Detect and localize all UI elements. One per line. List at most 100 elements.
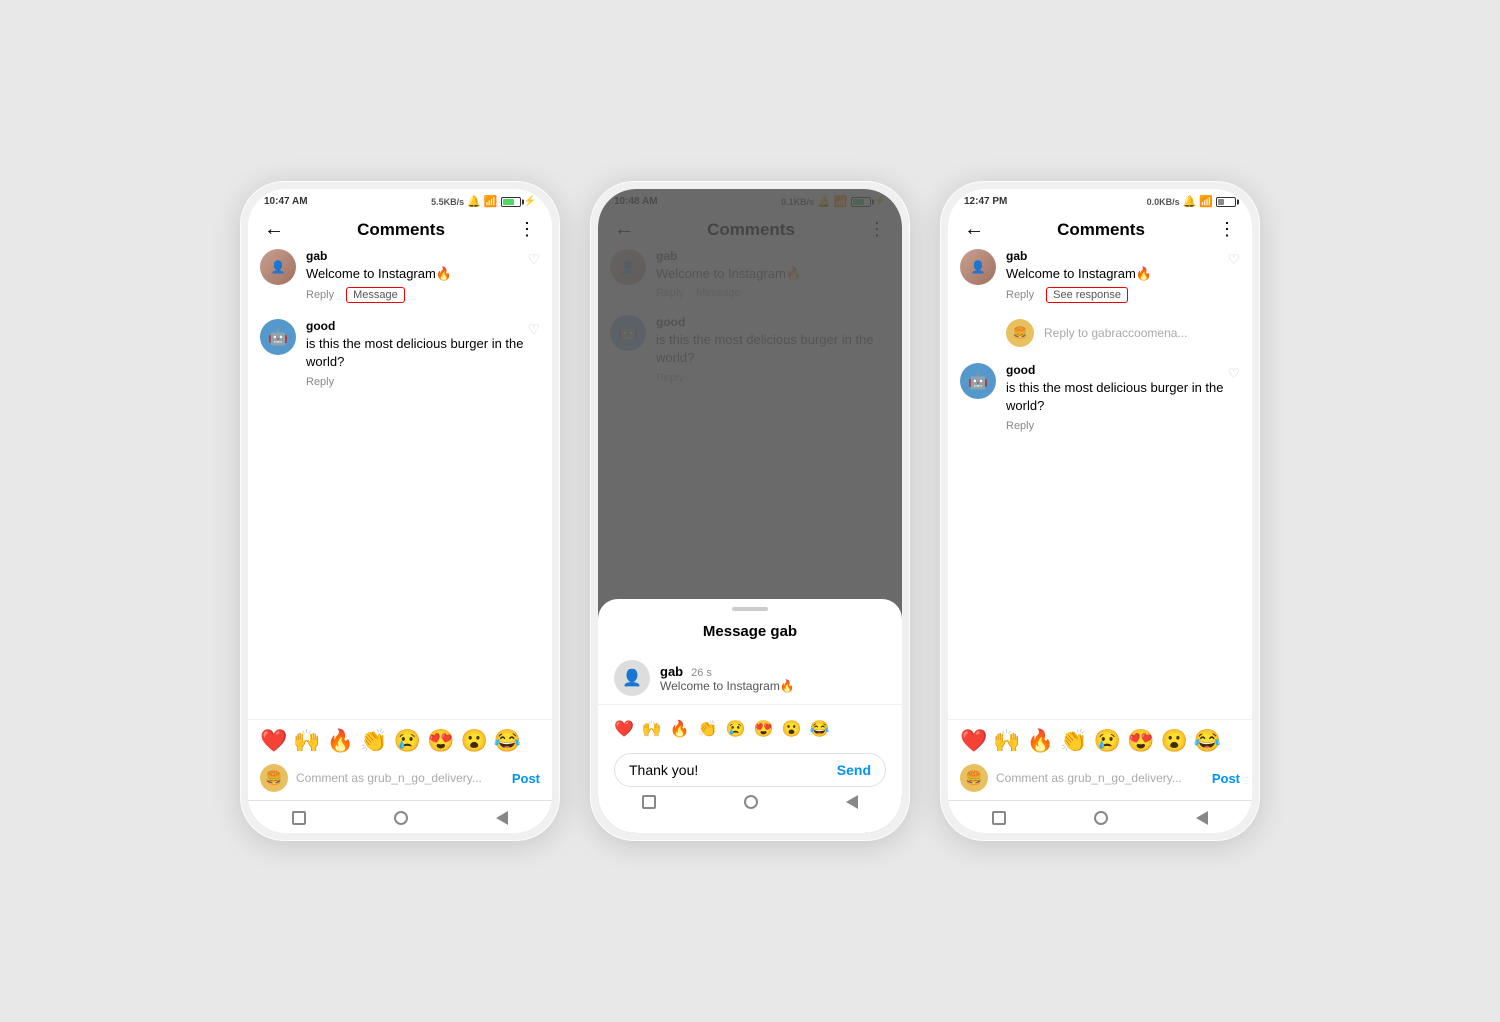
- reply-btn-good-1[interactable]: Reply: [306, 376, 334, 388]
- emoji-hands-1[interactable]: 🙌: [293, 728, 320, 754]
- signal-icon-3: 🔔: [1183, 195, 1197, 208]
- top-nav-3: ← Comments ⋮: [948, 210, 1252, 249]
- emoji-heart-1[interactable]: ❤️: [260, 728, 287, 754]
- comment-text-gab-3: Welcome to Instagram🔥: [1006, 265, 1240, 283]
- emoji-row-3: ❤️ 🙌 🔥 👏 😢 😍 😮 😂: [948, 719, 1252, 758]
- comment-actions-good-3: Reply: [1006, 420, 1240, 432]
- square-nav-2[interactable]: [642, 795, 656, 809]
- username-good-3: good: [1006, 363, 1240, 377]
- page-title-3: Comments: [1057, 220, 1145, 240]
- comment-actions-gab-1: Reply Message: [306, 287, 540, 303]
- back-nav-3[interactable]: [1196, 811, 1208, 825]
- comment-placeholder-1[interactable]: Comment as grub_n_go_delivery...: [296, 771, 504, 785]
- back-nav-1[interactable]: [496, 811, 508, 825]
- bottom-nav-3: [948, 800, 1252, 833]
- sheet-title-2: Message gab: [598, 623, 902, 640]
- emoji-laugh-1[interactable]: 😂: [494, 728, 521, 754]
- emoji-laugh-3[interactable]: 😂: [1194, 728, 1221, 754]
- comment-placeholder-3[interactable]: Comment as grub_n_go_delivery...: [996, 771, 1204, 785]
- status-bar-3: 12:47 PM 0.0KB/s 🔔 📶: [948, 189, 1252, 210]
- emoji-fire-3[interactable]: 🔥: [1027, 728, 1054, 754]
- phones-container: 10:47 AM 5.5KB/s 🔔 📶 ⚡ ← Comments ⋮: [200, 141, 1300, 881]
- input-avatar-3: 🍔: [960, 764, 988, 792]
- reply-btn-gab-1[interactable]: Reply: [306, 289, 334, 301]
- reply-btn-good-3[interactable]: Reply: [1006, 420, 1034, 432]
- comment-text-gab-1: Welcome to Instagram🔥: [306, 265, 540, 283]
- emoji-love-3[interactable]: 😍: [1127, 728, 1154, 754]
- emoji-row-1: ❤️ 🙌 🔥 👏 😢 😍 😮 😂: [248, 719, 552, 758]
- reply-indent-3: 🍔 Reply to gabraccoomena...: [960, 319, 1240, 347]
- emoji-clap-3[interactable]: 👏: [1060, 728, 1087, 754]
- sheet-handle-2: [732, 607, 768, 611]
- status-icons-1: 5.5KB/s 🔔 📶 ⚡: [431, 195, 536, 208]
- comment-input-area-3: 🍔 Comment as grub_n_go_delivery... Post: [948, 758, 1252, 800]
- post-button-3[interactable]: Post: [1212, 771, 1240, 786]
- avatar-reply-3: 🍔: [1006, 319, 1034, 347]
- sheet-emoji-wow-2[interactable]: 😮: [782, 719, 802, 739]
- sheet-emoji-row-2: ❤️ 🙌 🔥 👏 😢 😍 😮 😂: [598, 713, 902, 745]
- page-title-1: Comments: [357, 220, 445, 240]
- sheet-emoji-sad-2[interactable]: 😢: [726, 719, 746, 739]
- emoji-heart-3[interactable]: ❤️: [960, 728, 987, 754]
- heart-good-1[interactable]: ♡: [527, 321, 540, 338]
- circle-nav-2[interactable]: [744, 795, 758, 809]
- emoji-wow-1[interactable]: 😮: [460, 728, 487, 754]
- heart-good-3[interactable]: ♡: [1227, 365, 1240, 382]
- square-nav-3[interactable]: [992, 811, 1006, 825]
- emoji-clap-1[interactable]: 👏: [360, 728, 387, 754]
- data-speed-1: 5.5KB/s: [431, 197, 464, 207]
- avatar-gab-3: 👤: [960, 249, 996, 285]
- reply-placeholder-3[interactable]: Reply to gabraccoomena...: [1044, 326, 1187, 340]
- sheet-emoji-love-2[interactable]: 😍: [754, 719, 774, 739]
- heart-gab-1[interactable]: ♡: [527, 251, 540, 268]
- send-button-2[interactable]: Send: [837, 762, 871, 778]
- menu-button-3[interactable]: ⋮: [1218, 219, 1236, 240]
- dm-time-2: 26 s: [691, 667, 712, 679]
- time-1: 10:47 AM: [264, 196, 308, 207]
- comment-body-gab-1: gab Welcome to Instagram🔥 Reply Message: [306, 249, 540, 303]
- back-nav-2[interactable]: [846, 795, 858, 809]
- reply-btn-gab-3[interactable]: Reply: [1006, 289, 1034, 301]
- avatar-good-3: 🤖: [960, 363, 996, 399]
- comment-input-area-1: 🍔 Comment as grub_n_go_delivery... Post: [248, 758, 552, 800]
- comment-text-good-3: is this the most delicious burger in the…: [1006, 379, 1240, 415]
- emoji-sad-3[interactable]: 😢: [1094, 728, 1121, 754]
- menu-button-1[interactable]: ⋮: [518, 219, 536, 240]
- comment-body-good-3: good is this the most delicious burger i…: [1006, 363, 1240, 431]
- heart-gab-3[interactable]: ♡: [1227, 251, 1240, 268]
- comment-text-good-1: is this the most delicious burger in the…: [306, 335, 540, 371]
- message-input-2[interactable]: Thank you!: [629, 762, 829, 778]
- back-button-1[interactable]: ←: [264, 218, 284, 241]
- square-nav-1[interactable]: [292, 811, 306, 825]
- sheet-emoji-clap-2[interactable]: 👏: [698, 719, 718, 739]
- comment-item-good-3: 🤖 good is this the most delicious burger…: [960, 363, 1240, 431]
- comment-body-good-1: good is this the most delicious burger i…: [306, 319, 540, 387]
- see-response-btn-3[interactable]: See response: [1046, 287, 1128, 303]
- circle-nav-1[interactable]: [394, 811, 408, 825]
- emoji-wow-3[interactable]: 😮: [1160, 728, 1187, 754]
- emoji-hands-3[interactable]: 🙌: [993, 728, 1020, 754]
- comments-list-3: 👤 gab Welcome to Instagram🔥 Reply See re…: [948, 249, 1252, 719]
- emoji-love-1[interactable]: 😍: [427, 728, 454, 754]
- sheet-emoji-fire-2[interactable]: 🔥: [670, 719, 690, 739]
- phone-1: 10:47 AM 5.5KB/s 🔔 📶 ⚡ ← Comments ⋮: [240, 181, 560, 841]
- back-button-3[interactable]: ←: [964, 218, 984, 241]
- circle-nav-3[interactable]: [1094, 811, 1108, 825]
- comment-item-gab-3: 👤 gab Welcome to Instagram🔥 Reply See re…: [960, 249, 1240, 303]
- emoji-fire-1[interactable]: 🔥: [327, 728, 354, 754]
- phone-3: 12:47 PM 0.0KB/s 🔔 📶 ← Comments ⋮ 👤: [940, 181, 1260, 841]
- phone-3-screen: 12:47 PM 0.0KB/s 🔔 📶 ← Comments ⋮ 👤: [948, 189, 1252, 833]
- emoji-sad-1[interactable]: 😢: [394, 728, 421, 754]
- post-button-1[interactable]: Post: [512, 771, 540, 786]
- message-btn-gab-1[interactable]: Message: [346, 287, 405, 303]
- top-nav-1: ← Comments ⋮: [248, 210, 552, 249]
- sheet-emoji-heart-2[interactable]: ❤️: [614, 719, 634, 739]
- dm-info-2: gab 26 s Welcome to Instagram🔥: [660, 664, 886, 693]
- sheet-emoji-laugh-2[interactable]: 😂: [809, 719, 829, 739]
- phone-2: 10:48 AM 0.1KB/s 🔔 📶 ⚡ ← Comments ⋮ 👤: [590, 181, 910, 841]
- comment-body-gab-3: gab Welcome to Instagram🔥 Reply See resp…: [1006, 249, 1240, 303]
- bottom-sheet-2: Message gab 👤 gab 26 s Welcome to Instag…: [598, 599, 902, 833]
- sheet-emoji-hands-2[interactable]: 🙌: [642, 719, 662, 739]
- username-good-1: good: [306, 319, 540, 333]
- comment-item-gab-1: 👤 gab Welcome to Instagram🔥 Reply Messag…: [260, 249, 540, 303]
